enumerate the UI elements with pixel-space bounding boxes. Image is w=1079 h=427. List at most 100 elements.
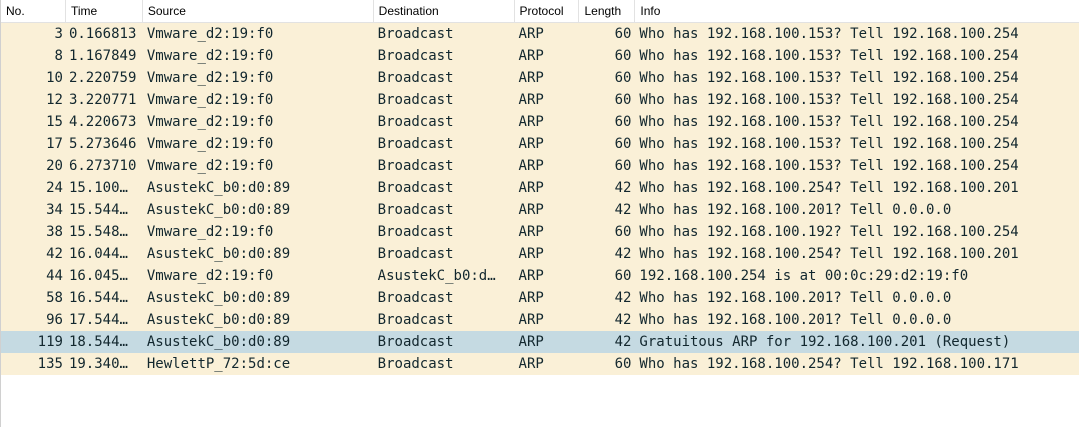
packet-source: AsustekC_b0:d0:89 [146,312,291,328]
packet-row[interactable]: 135 19.340… HewlettP_72:5d:ce Broadcast ARP 6… [1,353,1079,375]
packet-source: AsustekC_b0:d0:89 [146,246,291,262]
packet-time: 2.220759 [68,70,137,86]
packet-protocol: ARP [518,26,544,42]
packet-length: 60 [614,356,632,372]
packet-row[interactable]: 8 1.167849 Vmware_d2:19:f0 Broadcast ARP 60 Wh… [1,45,1079,67]
packet-row[interactable]: 58 16.544… AsustekC_b0:d0:89 Broadcast ARP 42… [1,287,1079,309]
packet-destination: Broadcast [377,180,454,196]
packet-info: Who has 192.168.100.254? Tell 192.168.10… [639,356,1019,372]
packet-protocol: ARP [518,246,544,262]
packet-time: 15.100… [68,180,128,196]
column-header-destination[interactable]: Destination [374,0,515,22]
packet-info: Who has 192.168.100.254? Tell 192.168.10… [639,246,1019,262]
packet-length: 60 [614,70,632,86]
packet-source: Vmware_d2:19:f0 [146,92,274,108]
packet-time: 16.045… [68,268,128,284]
packet-destination: Broadcast [377,48,454,64]
packet-source: Vmware_d2:19:f0 [146,268,274,284]
packet-source: Vmware_d2:19:f0 [146,48,274,64]
packet-length: 60 [614,114,632,130]
packet-length: 60 [614,48,632,64]
column-header-info[interactable]: Info [635,0,1079,22]
packet-row[interactable]: 24 15.100… AsustekC_b0:d0:89 Broadcast ARP 42… [1,177,1079,199]
packet-row[interactable]: 20 6.273710 Vmware_d2:19:f0 Broadcast ARP 60 W… [1,155,1079,177]
packet-source: Vmware_d2:19:f0 [146,114,274,130]
packet-protocol: ARP [518,92,544,108]
packet-protocol: ARP [518,268,544,284]
packet-number: 96 [46,312,63,328]
packet-destination: Broadcast [377,202,454,218]
packet-destination: Broadcast [377,224,454,240]
packet-number: 44 [46,268,63,284]
packet-rows: 3 0.166813 Vmware_d2:19:f0 Broadcast ARP 60 Wh… [1,23,1079,375]
packet-time: 6.273710 [68,158,137,174]
packet-source: Vmware_d2:19:f0 [146,224,274,240]
packet-protocol: ARP [518,70,544,86]
packet-list-header: No. Time Source Destination Protocol Len… [1,0,1079,23]
packet-destination: Broadcast [377,246,454,262]
packet-info: Who has 192.168.100.153? Tell 192.168.10… [639,70,1019,86]
packet-row[interactable]: 96 17.544… AsustekC_b0:d0:89 Broadcast ARP 42… [1,309,1079,331]
packet-length: 42 [614,202,632,218]
packet-protocol: ARP [518,158,544,174]
packet-row[interactable]: 10 2.220759 Vmware_d2:19:f0 Broadcast ARP 60 W… [1,67,1079,89]
packet-destination: Broadcast [377,114,454,130]
packet-row[interactable]: 38 15.548… Vmware_d2:19:f0 Broadcast ARP 60 Wh… [1,221,1079,243]
packet-info: Who has 192.168.100.201? Tell 0.0.0.0 [639,312,952,328]
packet-row[interactable]: 15 4.220673 Vmware_d2:19:f0 Broadcast ARP 60 W… [1,111,1079,133]
packet-length: 60 [614,158,632,174]
packet-destination: Broadcast [377,158,454,174]
packet-length: 60 [614,224,632,240]
packet-row[interactable]: 42 16.044… AsustekC_b0:d0:89 Broadcast ARP 42… [1,243,1079,265]
packet-protocol: ARP [518,180,544,196]
packet-list[interactable]: No. Time Source Destination Protocol Len… [0,0,1079,427]
packet-info: Who has 192.168.100.201? Tell 0.0.0.0 [639,290,952,306]
packet-time: 3.220771 [68,92,137,108]
packet-source: AsustekC_b0:d0:89 [146,334,291,350]
packet-protocol: ARP [518,114,544,130]
packet-row[interactable]: 44 16.045… Vmware_d2:19:f0 AsustekC_b0:d… AR… [1,265,1079,287]
packet-number: 8 [54,48,63,64]
packet-length: 42 [614,246,632,262]
packet-row[interactable]: 34 15.544… AsustekC_b0:d0:89 Broadcast ARP 42… [1,199,1079,221]
packet-number: 42 [46,246,63,262]
packet-time: 1.167849 [68,48,137,64]
packet-source: Vmware_d2:19:f0 [146,26,274,42]
column-header-no[interactable]: No. [1,0,66,22]
packet-info: Who has 192.168.100.153? Tell 192.168.10… [639,26,1019,42]
packet-number: 10 [46,70,63,86]
packet-destination: Broadcast [377,334,454,350]
packet-source: AsustekC_b0:d0:89 [146,180,291,196]
packet-source: AsustekC_b0:d0:89 [146,202,291,218]
packet-info: Who has 192.168.100.153? Tell 192.168.10… [639,158,1019,174]
packet-row[interactable]: 12 3.220771 Vmware_d2:19:f0 Broadcast ARP 60 W… [1,89,1079,111]
column-header-time[interactable]: Time [66,0,143,22]
packet-info: Gratuitous ARP for 192.168.100.201 (Requ… [639,334,1011,350]
packet-info: Who has 192.168.100.153? Tell 192.168.10… [639,136,1019,152]
column-header-source[interactable]: Source [143,0,374,22]
packet-time: 17.544… [68,312,128,328]
packet-row-selected[interactable]: 119 18.544… AsustekC_b0:d0:89 Broadcast ARP 4… [1,331,1079,353]
packet-row[interactable]: 3 0.166813 Vmware_d2:19:f0 Broadcast ARP 60 Wh… [1,23,1079,45]
packet-length: 60 [614,136,632,152]
packet-length: 42 [614,290,632,306]
packet-length: 60 [614,26,632,42]
packet-number: 135 [37,356,63,372]
packet-length: 42 [614,180,632,196]
packet-protocol: ARP [518,224,544,240]
packet-row[interactable]: 17 5.273646 Vmware_d2:19:f0 Broadcast ARP 60 W… [1,133,1079,155]
packet-protocol: ARP [518,334,544,350]
column-header-length[interactable]: Length [579,0,636,22]
packet-time: 19.340… [68,356,128,372]
packet-number: 12 [46,92,63,108]
packet-source: AsustekC_b0:d0:89 [146,290,291,306]
column-header-protocol[interactable]: Protocol [515,0,580,22]
packet-protocol: ARP [518,48,544,64]
packet-number: 58 [46,290,63,306]
packet-destination: Broadcast [377,92,454,108]
packet-time: 16.544… [68,290,128,306]
packet-protocol: ARP [518,136,544,152]
packet-time: 4.220673 [68,114,137,130]
packet-info: Who has 192.168.100.153? Tell 192.168.10… [639,92,1019,108]
packet-info: Who has 192.168.100.153? Tell 192.168.10… [639,114,1019,130]
